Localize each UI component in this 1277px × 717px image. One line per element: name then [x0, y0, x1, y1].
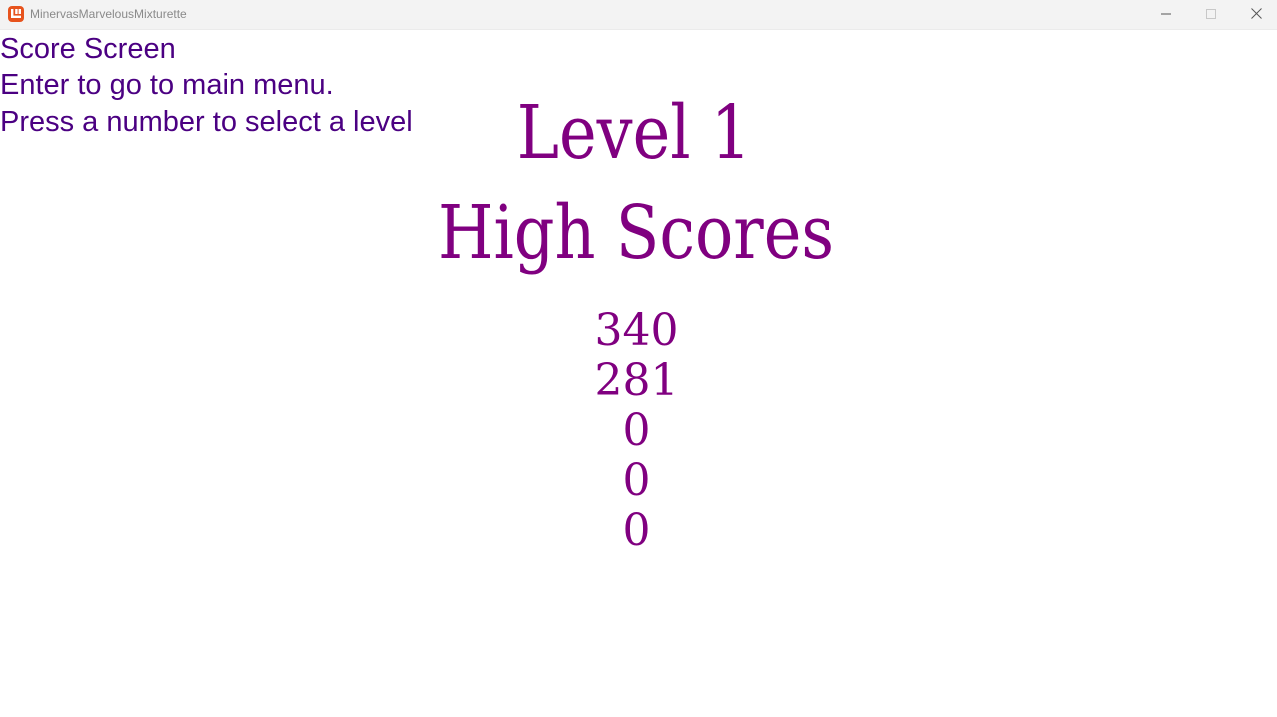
- minimize-button[interactable]: [1143, 0, 1189, 30]
- score-screen: Score Screen Enter to go to main menu. P…: [0, 30, 1277, 717]
- high-scores-title: High Scores: [437, 190, 835, 276]
- title-bar: MinervasMarvelousMixturette: [0, 0, 1277, 30]
- high-scores-list: 340 281 0 0 0: [0, 306, 1273, 556]
- level-title: Level 1: [516, 90, 752, 176]
- close-icon: [1250, 6, 1262, 24]
- score-entry-2: 281: [594, 355, 679, 406]
- score-entry-3: 0: [622, 405, 651, 456]
- score-entry-5: 0: [622, 505, 651, 556]
- close-button[interactable]: [1233, 0, 1277, 30]
- maximize-button[interactable]: [1188, 0, 1234, 30]
- window-title: MinervasMarvelousMixturette: [30, 7, 187, 21]
- score-entry-1: 340: [594, 305, 679, 356]
- score-entry-4: 0: [622, 455, 651, 506]
- game-window: MinervasMarvelousMixturette Score Screen…: [0, 0, 1277, 717]
- maximize-icon: [1206, 6, 1216, 24]
- screen-label: Score Screen: [0, 33, 176, 65]
- app-icon: [8, 6, 24, 22]
- minimize-icon: [1161, 6, 1171, 24]
